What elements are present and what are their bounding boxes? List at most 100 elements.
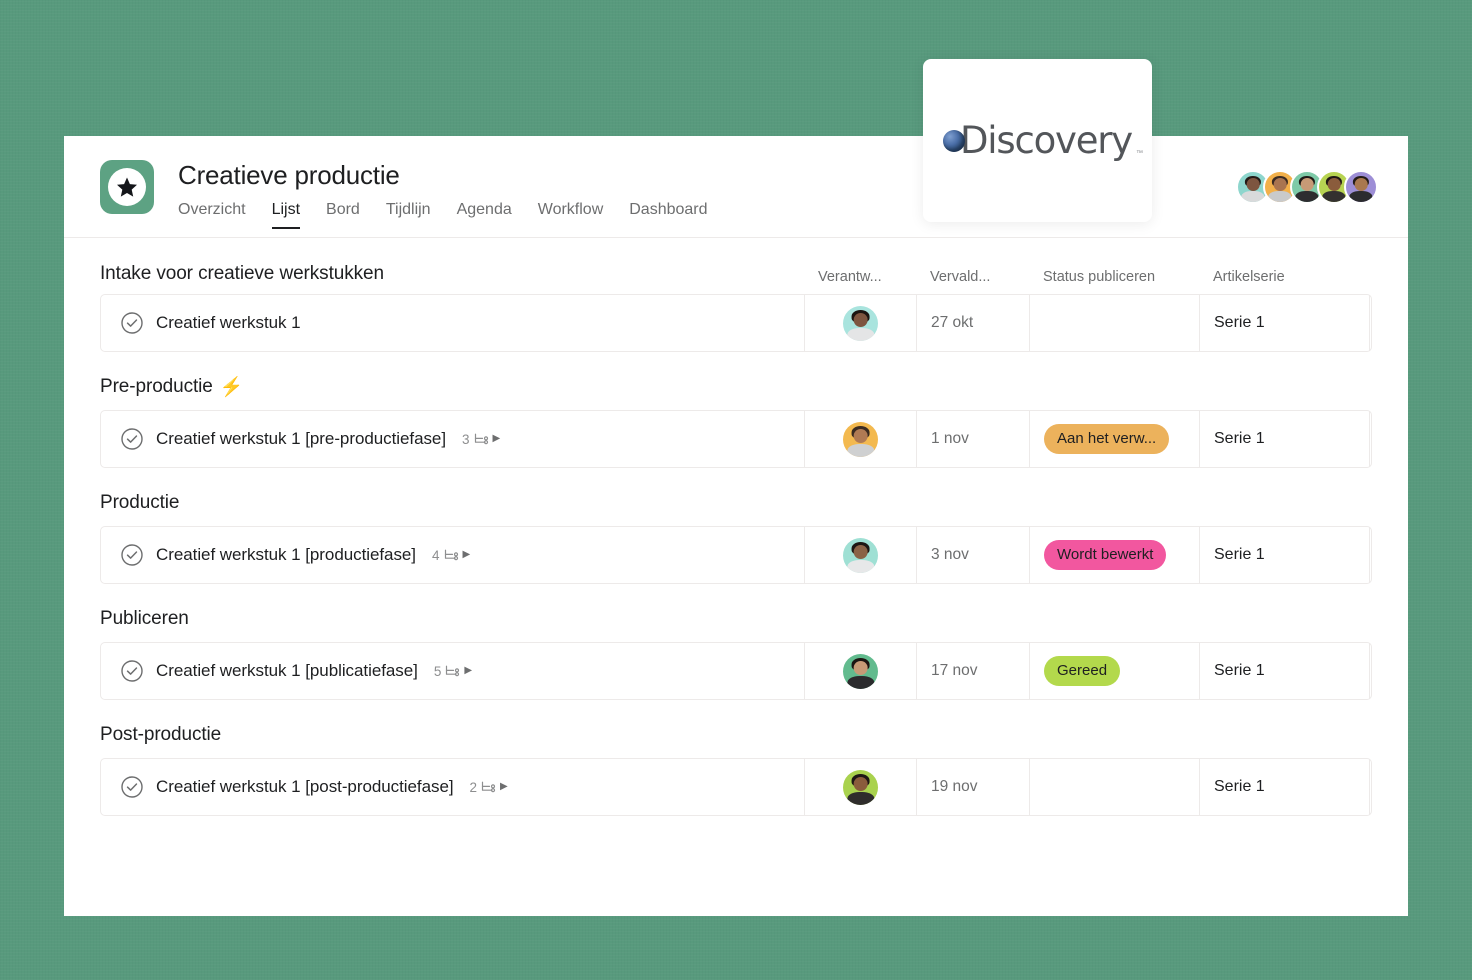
tab-dashboard[interactable]: Dashboard (629, 199, 707, 229)
due-date-cell[interactable]: 1 nov (917, 411, 1030, 467)
tab-bord[interactable]: Bord (326, 199, 360, 229)
table-row[interactable]: Creatief werkstuk 1 27 okt Serie 1 (100, 294, 1372, 352)
status-badge[interactable]: Wordt bewerkt (1044, 540, 1167, 570)
task-cell[interactable]: Creatief werkstuk 1 [productiefase] 4 ▶ (101, 527, 805, 583)
series-cell[interactable]: Serie 1 (1200, 643, 1370, 699)
expand-caret-icon[interactable]: ▶ (493, 434, 501, 444)
task-cell[interactable]: Creatief werkstuk 1 [post-productiefase]… (101, 759, 805, 815)
avatar-face (1300, 178, 1314, 191)
task-name[interactable]: Creatief werkstuk 1 [pre-productiefase] (156, 429, 446, 449)
series-cell[interactable]: Serie 1 (1200, 295, 1370, 351)
avatar-body (1322, 191, 1346, 202)
task-section: Intake voor creatieve werkstukken Verantw… (100, 238, 1372, 352)
check-circle-icon[interactable] (120, 427, 144, 451)
column-header-row: Intake voor creatieve werkstukken Verantw… (100, 238, 1372, 294)
check-circle-icon[interactable] (120, 775, 144, 799)
due-date-cell[interactable]: 17 nov (917, 643, 1030, 699)
series-cell[interactable]: Serie 1 (1200, 411, 1370, 467)
table-row[interactable]: Creatief werkstuk 1 [productiefase] 4 ▶ 3 n… (100, 526, 1372, 584)
task-cell[interactable]: Creatief werkstuk 1 [publicatiefase] 5 ▶ (101, 643, 805, 699)
avatar-face (853, 428, 868, 444)
task-cell[interactable]: Creatief werkstuk 1 (101, 295, 805, 351)
section-title[interactable]: Intake voor creatieve werkstukken (100, 263, 804, 285)
subtask-meta[interactable]: 3 ▶ (462, 432, 500, 447)
section-title[interactable]: Productie (100, 480, 1372, 526)
avatar-body (1295, 191, 1319, 202)
assignee-cell[interactable] (805, 527, 917, 583)
expand-caret-icon[interactable]: ▶ (464, 666, 472, 676)
discovery-logo: Discovery ™ (943, 122, 1143, 159)
table-row[interactable]: Creatief werkstuk 1 [post-productiefase]… (100, 758, 1372, 816)
tab-agenda[interactable]: Agenda (457, 199, 512, 229)
avatar[interactable] (843, 769, 878, 805)
series-cell[interactable]: Serie 1 (1200, 759, 1370, 815)
avatar-face (853, 544, 868, 560)
subtask-count: 3 (462, 431, 470, 447)
task-name[interactable]: Creatief werkstuk 1 (156, 313, 301, 333)
assignee-cell[interactable] (805, 411, 917, 467)
subtask-count: 2 (469, 779, 478, 795)
status-badge[interactable]: Aan het verw... (1044, 424, 1170, 454)
assignee-cell[interactable] (805, 295, 917, 351)
assignee-cell[interactable] (805, 643, 917, 699)
project-icon[interactable] (100, 160, 154, 214)
discovery-logo-card: Discovery ™ (923, 59, 1152, 222)
subtask-meta[interactable]: 4 ▶ (432, 548, 470, 563)
avatar[interactable] (843, 305, 878, 341)
due-date-cell[interactable]: 19 nov (917, 759, 1030, 815)
avatar[interactable] (843, 421, 878, 457)
status-cell[interactable]: Wordt bewerkt (1030, 527, 1200, 583)
status-badge[interactable]: Gereed (1044, 656, 1121, 686)
status-cell[interactable] (1030, 295, 1200, 351)
task-name[interactable]: Creatief werkstuk 1 [productiefase] (156, 545, 416, 565)
check-circle-icon[interactable] (120, 659, 144, 683)
column-header-due[interactable]: Vervald... (916, 269, 1029, 285)
avatar[interactable] (843, 653, 878, 689)
section-title-label: Pre-productie (100, 376, 213, 397)
task-section: Pre-productie ⚡ Creatief werkstuk 1 [pre-p… (100, 364, 1372, 468)
check-circle-icon[interactable] (120, 311, 144, 335)
tab-overzicht[interactable]: Overzicht (178, 199, 246, 229)
status-cell[interactable]: Gereed (1030, 643, 1200, 699)
avatar-body (1268, 191, 1292, 202)
due-date-cell[interactable]: 3 nov (917, 527, 1030, 583)
section-title[interactable]: Pre-productie ⚡ (100, 364, 1372, 410)
avatar-face (853, 660, 868, 676)
avatar-face (1327, 178, 1341, 191)
section-title[interactable]: Publiceren (100, 596, 1372, 642)
check-circle-icon[interactable] (120, 543, 144, 567)
tab-tijdlijn[interactable]: Tijdlijn (386, 199, 431, 229)
tab-bar: Overzicht Lijst Bord Tijdlijn Agenda Workflow… (178, 199, 708, 229)
expand-caret-icon[interactable]: ▶ (500, 782, 508, 792)
trademark-symbol: ™ (1136, 150, 1143, 157)
avatar-face (1354, 178, 1368, 191)
due-date-cell[interactable]: 27 okt (917, 295, 1030, 351)
status-cell[interactable]: Aan het verw... (1030, 411, 1200, 467)
member-avatar-group[interactable] (1236, 170, 1378, 204)
task-name[interactable]: Creatief werkstuk 1 [publicatiefase] (156, 661, 418, 681)
subtask-count: 4 (431, 547, 440, 563)
header-text: Creatieve productie Overzicht Lijst Bord Ti… (178, 158, 708, 229)
section-title[interactable]: Post-productie (100, 712, 1372, 758)
bolt-icon: ⚡ (219, 376, 244, 398)
tab-workflow[interactable]: Workflow (538, 199, 604, 229)
task-cell[interactable]: Creatief werkstuk 1 [pre-productiefase] 3… (101, 411, 805, 467)
column-header-series[interactable]: Artikelserie (1199, 269, 1369, 285)
table-row[interactable]: Creatief werkstuk 1 [publicatiefase] 5 ▶ 17… (100, 642, 1372, 700)
avatar[interactable] (1344, 170, 1378, 204)
subtask-meta[interactable]: 5 ▶ (434, 664, 472, 679)
column-header-assignee[interactable]: Verantw... (804, 269, 916, 285)
task-name[interactable]: Creatief werkstuk 1 [post-productiefase] (156, 777, 454, 797)
avatar[interactable] (843, 537, 878, 573)
table-row[interactable]: Creatief werkstuk 1 [pre-productiefase] 3… (100, 410, 1372, 468)
task-section: Publiceren Creatief werkstuk 1 [publicati… (100, 596, 1372, 700)
subtask-meta[interactable]: 2 ▶ (470, 780, 508, 795)
series-cell[interactable]: Serie 1 (1200, 527, 1370, 583)
task-section: Productie Creatief werkstuk 1 [productief… (100, 480, 1372, 584)
status-cell[interactable] (1030, 759, 1200, 815)
task-list: Intake voor creatieve werkstukken Verantw… (64, 238, 1408, 816)
tab-lijst[interactable]: Lijst (271, 199, 301, 229)
expand-caret-icon[interactable]: ▶ (463, 550, 471, 560)
assignee-cell[interactable] (805, 759, 917, 815)
column-header-status[interactable]: Status publiceren (1029, 269, 1199, 285)
